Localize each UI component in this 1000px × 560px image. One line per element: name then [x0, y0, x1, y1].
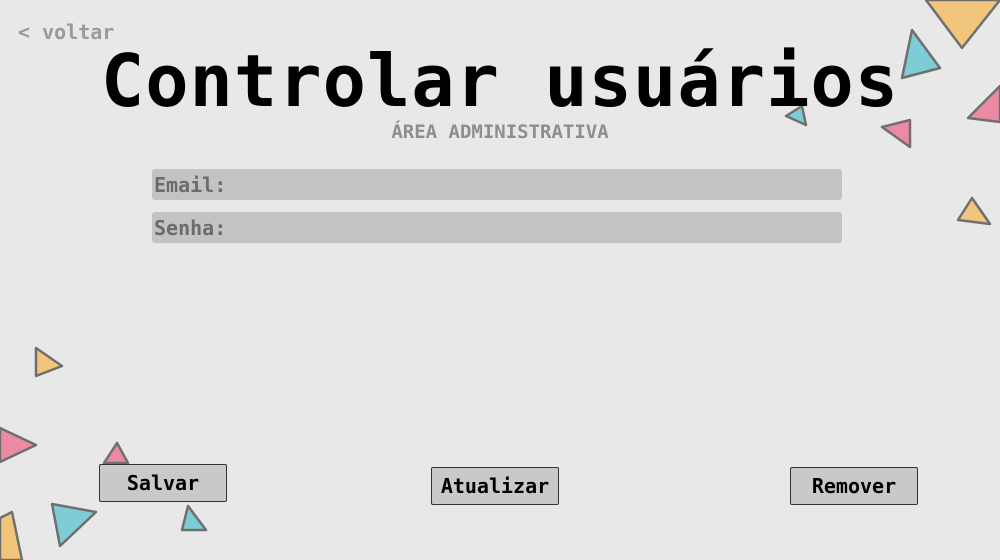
triangle-pink-left — [0, 426, 38, 464]
page-title: Controlar usuários — [100, 39, 900, 123]
triangle-blue-bottom-left — [50, 502, 98, 548]
back-link[interactable]: < voltar — [18, 20, 114, 44]
email-field[interactable]: Email: — [152, 169, 842, 200]
triangle-blue-small-bottom — [180, 504, 208, 532]
password-label: Senha: — [154, 215, 227, 240]
triangle-yellow-bottom-corner — [0, 510, 24, 560]
save-button[interactable]: Salvar — [99, 464, 227, 502]
email-input[interactable] — [226, 169, 842, 200]
triangle-pink-small-left — [102, 441, 130, 465]
remove-button[interactable]: Remover — [790, 467, 918, 505]
page-subtitle: ÁREA ADMINISTRATIVA — [391, 121, 609, 143]
triangle-yellow-left — [34, 346, 64, 378]
update-button[interactable]: Atualizar — [431, 467, 559, 505]
password-field[interactable]: Senha: — [152, 212, 842, 243]
triangle-yellow-right — [956, 196, 992, 226]
email-label: Email: — [154, 172, 227, 197]
password-input[interactable] — [226, 212, 842, 243]
triangle-yellow-top-right — [924, 0, 1000, 50]
